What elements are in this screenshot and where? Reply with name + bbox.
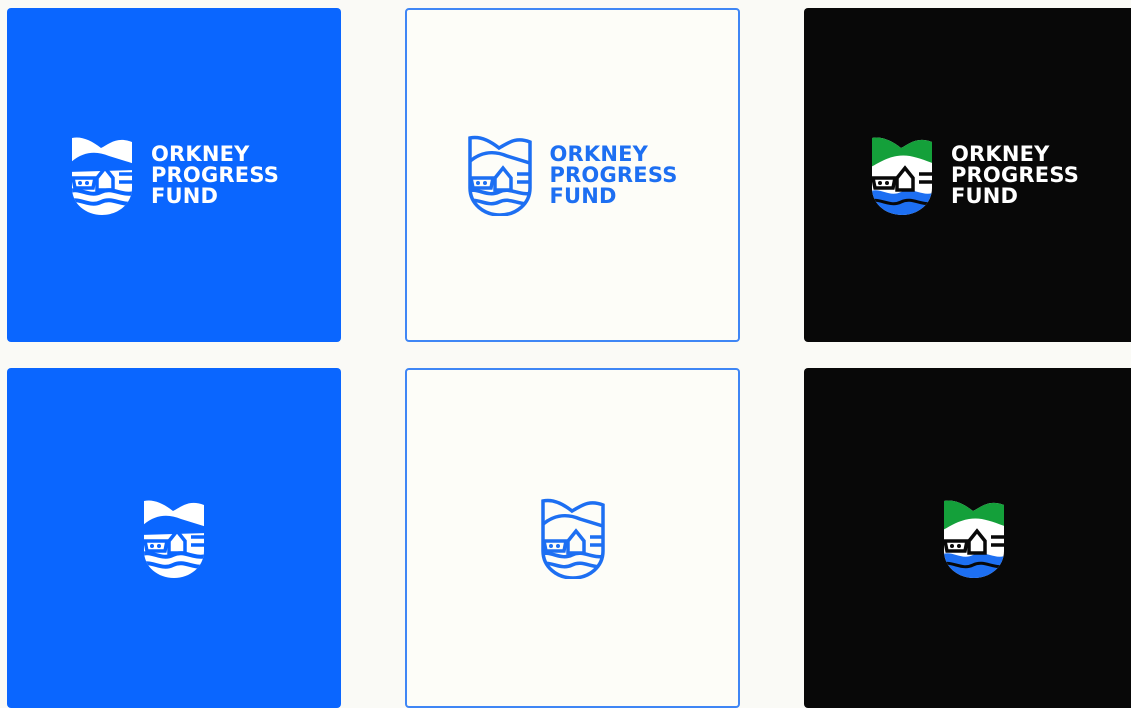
- shield-crest-icon: [871, 137, 932, 215]
- logo-lockup: ORKNEY PROGRESS FUND: [69, 134, 279, 216]
- logo-tile-dark-lockup: ORKNEY PROGRESS FUND: [804, 8, 1131, 342]
- wordmark-line-1: ORKNEY: [150, 141, 250, 166]
- wordmark-line-3: FUND: [549, 183, 617, 208]
- logo-tile-blue-mark: [7, 368, 341, 708]
- logo-mark: [540, 497, 606, 579]
- wordmark-line-2: PROGRESS: [950, 162, 1080, 187]
- logo-lockup: ORKNEY PROGRESS FUND: [869, 134, 1079, 216]
- wordmark-line-2: PROGRESS: [549, 162, 678, 187]
- wordmark: ORKNEY PROGRESS FUND: [950, 141, 1080, 208]
- wordmark-line-3: FUND: [150, 183, 219, 208]
- wordmark: ORKNEY PROGRESS FUND: [150, 141, 280, 208]
- wordmark-line-2: PROGRESS: [150, 162, 280, 187]
- shield-crest-icon: [540, 498, 605, 579]
- logo-tile-blue-lockup: ORKNEY PROGRESS FUND: [7, 8, 341, 342]
- wordmark-line-1: ORKNEY: [549, 141, 649, 166]
- logo-tile-dark-mark: [804, 368, 1131, 708]
- logo-tile-outline-mark: [405, 368, 740, 708]
- wordmark: ORKNEY PROGRESS FUND: [549, 141, 678, 208]
- wordmark-line-3: FUND: [950, 183, 1019, 208]
- shield-crest-icon: [144, 500, 204, 578]
- logo-tile-outline-lockup: ORKNEY PROGRESS FUND: [405, 8, 740, 342]
- logo-mark: [941, 497, 1007, 579]
- shield-crest-icon: [944, 500, 1004, 578]
- shield-crest-icon: [468, 135, 533, 216]
- logo-lockup: ORKNEY PROGRESS FUND: [467, 134, 677, 216]
- shield-crest-icon: [71, 137, 132, 215]
- logo-mark: [141, 497, 207, 579]
- wordmark-line-1: ORKNEY: [950, 141, 1050, 166]
